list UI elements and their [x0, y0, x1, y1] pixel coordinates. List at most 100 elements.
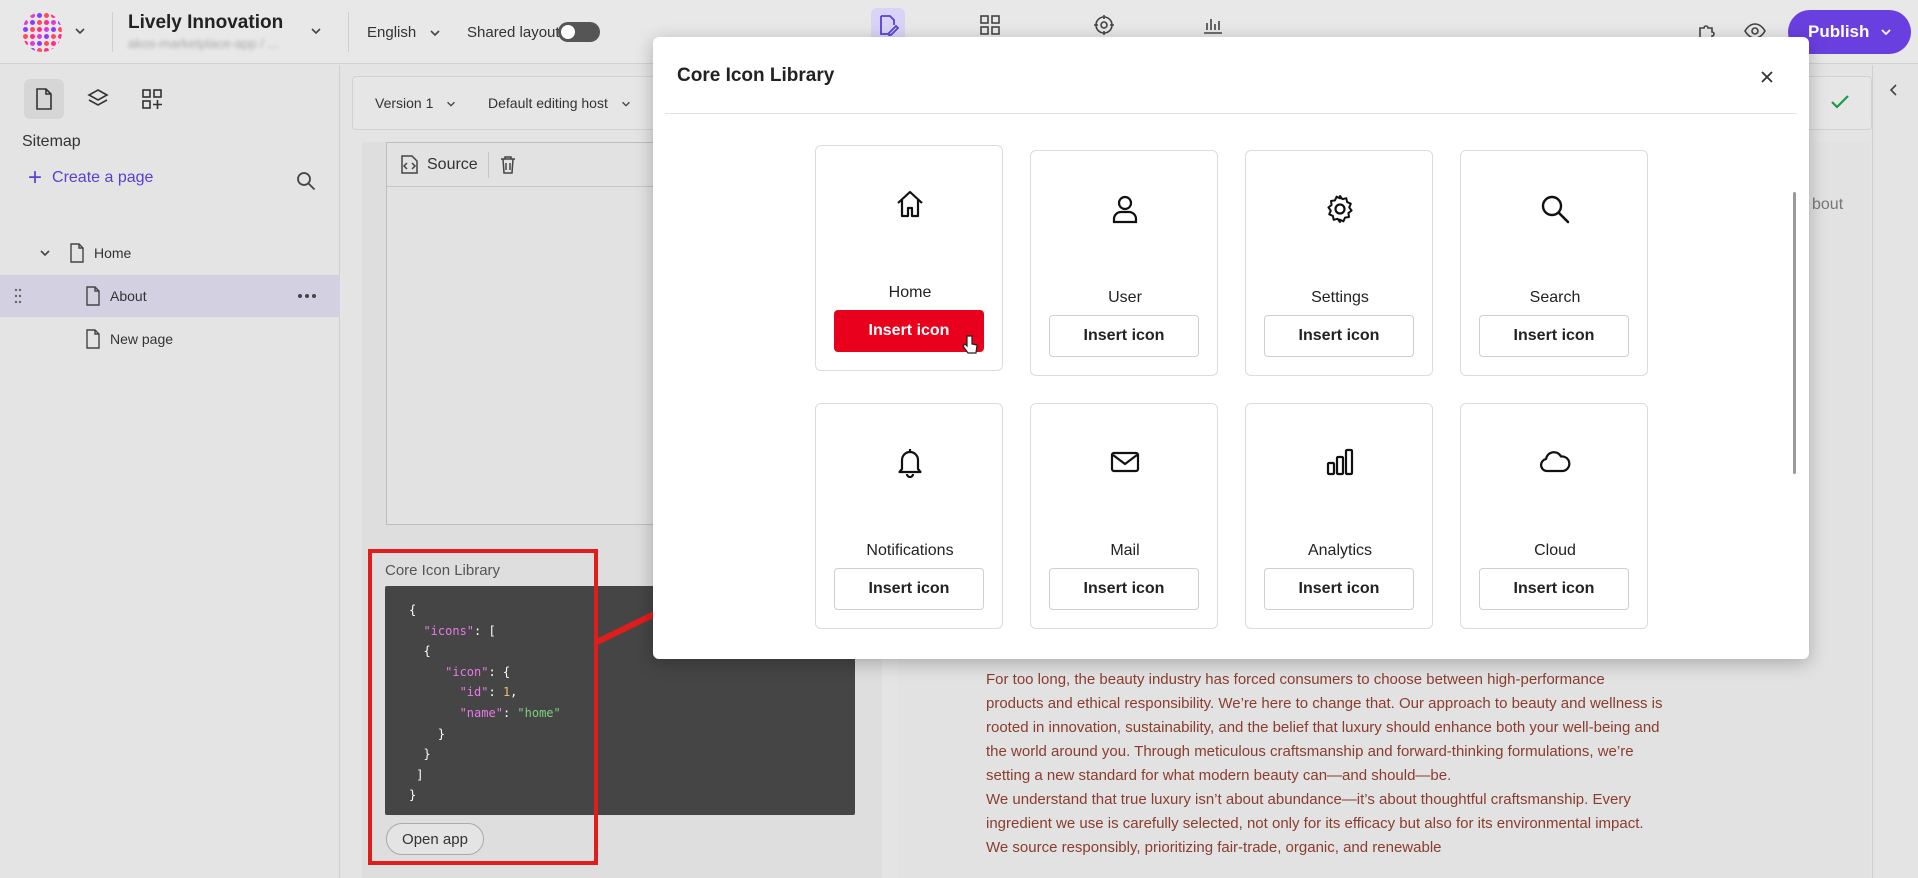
insert-icon-button[interactable]: Insert icon — [1479, 568, 1629, 610]
collapse-panel-icon[interactable] — [1887, 83, 1901, 102]
logo-dot — [44, 41, 49, 46]
search-button[interactable] — [296, 171, 316, 196]
dialog-scrollbar[interactable] — [1793, 192, 1796, 474]
sitemap-title: Sitemap — [22, 133, 81, 150]
insert-icon-button[interactable]: Insert icon — [834, 568, 984, 610]
icon-label: User — [1108, 289, 1142, 306]
source-label: Source — [427, 155, 478, 173]
insert-icon-button[interactable]: Insert icon — [1264, 315, 1414, 357]
search-icon — [1461, 193, 1649, 225]
icon-card-notifications: Notifications Insert icon — [815, 403, 1003, 629]
logo-dot — [23, 41, 28, 46]
icon-label: Cloud — [1534, 542, 1576, 559]
logo-dot — [23, 34, 28, 39]
insert-icon-button[interactable]: Insert icon — [1049, 568, 1199, 610]
right-panel-strip — [1872, 65, 1918, 878]
version-label: Version 1 — [375, 95, 434, 111]
logo-dot — [58, 20, 62, 25]
left-panel: Sitemap + Create a page Home About New p… — [0, 65, 340, 878]
logo-dot — [30, 34, 35, 39]
logo-dot — [44, 20, 49, 25]
logo-dot — [37, 27, 42, 32]
chevron-down-icon[interactable] — [38, 246, 52, 260]
source-code-icon — [401, 154, 418, 174]
insert-icon-button[interactable]: Insert icon — [1049, 315, 1199, 357]
highlight-frame — [368, 549, 598, 865]
components-tab[interactable] — [132, 79, 172, 119]
add-component-icon — [142, 89, 162, 109]
chevron-down-icon — [447, 102, 456, 107]
cloud-icon — [1461, 446, 1649, 478]
dialog-divider — [665, 113, 1797, 114]
editing-host-select[interactable]: Default editing host — [488, 95, 632, 111]
pages-tab[interactable] — [24, 79, 64, 119]
drag-handle-icon[interactable] — [14, 286, 22, 306]
close-icon[interactable] — [1753, 63, 1781, 91]
version-select[interactable]: Version 1 — [375, 95, 457, 111]
mail-icon — [1031, 446, 1219, 478]
insert-icon-button[interactable]: Insert icon — [1479, 315, 1629, 357]
source-button[interactable]: Source — [399, 154, 478, 175]
logo-dot — [23, 20, 28, 25]
logo-dot — [30, 41, 35, 46]
sidebar-item-about[interactable]: About — [0, 275, 340, 317]
site-switcher-chevron-icon[interactable] — [309, 24, 323, 41]
tree-item-label: New page — [110, 331, 174, 347]
tree-item-label: About — [110, 288, 147, 304]
preview-paragraph: We understand that true luxury isn’t abo… — [986, 791, 1644, 856]
dialog-title: Core Icon Library — [677, 65, 835, 86]
publish-label: Publish — [1808, 22, 1870, 41]
hand-cursor-icon — [962, 335, 978, 354]
icon-card-cloud: Cloud Insert icon — [1460, 403, 1648, 629]
logo-dot — [37, 13, 42, 18]
logo-dot — [51, 13, 56, 18]
plus-icon: + — [28, 164, 43, 191]
logo-dot — [51, 41, 56, 46]
preview-body-text: For too long, the beauty industry has fo… — [986, 668, 1666, 860]
icon-label: Mail — [1110, 542, 1140, 559]
chevron-down-icon[interactable] — [73, 24, 87, 41]
page-icon — [70, 243, 84, 263]
chevron-down-icon — [430, 30, 440, 37]
editing-host-label: Default editing host — [488, 95, 608, 111]
icon-card-user: User Insert icon — [1030, 150, 1218, 376]
sidebar-item-new-page[interactable]: New page — [0, 318, 340, 360]
create-page-label: Create a page — [52, 169, 154, 186]
logo-dot — [30, 48, 35, 52]
sidebar-item-home[interactable]: Home — [0, 232, 340, 274]
divider — [348, 12, 349, 52]
logo-dot — [51, 48, 56, 52]
trash-icon[interactable] — [499, 155, 517, 175]
logo-dot — [30, 13, 35, 18]
icon-card-search: Search Insert icon — [1460, 150, 1648, 376]
logo-dot — [30, 20, 35, 25]
about-heading-fragment: bout — [1812, 196, 1844, 213]
language-select[interactable]: English — [367, 24, 442, 41]
chevron-down-icon — [1881, 29, 1892, 36]
core-icon-library-dialog: Core Icon Library Home Insert icon User … — [653, 37, 1809, 659]
search-icon — [297, 172, 316, 191]
target-icon — [1094, 15, 1114, 35]
site-name[interactable]: Lively Innovation — [128, 12, 283, 34]
home-icon — [816, 188, 1004, 220]
more-options-icon[interactable] — [297, 293, 317, 299]
create-page-button[interactable]: + Create a page — [28, 164, 154, 191]
logo-dot — [44, 13, 49, 18]
icon-label: Search — [1529, 289, 1581, 306]
logo-dot — [58, 34, 62, 39]
logo-dot — [58, 27, 62, 32]
edit-page-icon — [880, 15, 899, 36]
logo-dot — [51, 34, 56, 39]
logo-dot — [30, 27, 35, 32]
shared-layout-toggle[interactable] — [558, 22, 600, 42]
gear-icon — [1246, 193, 1434, 225]
icon-label: Notifications — [866, 542, 954, 559]
app-logo[interactable] — [22, 12, 62, 52]
layers-tab[interactable] — [78, 79, 118, 119]
icon-card-analytics: Analytics Insert icon — [1245, 403, 1433, 629]
shared-layout-label: Shared layout — [467, 24, 560, 41]
bar-chart-icon — [1246, 446, 1434, 478]
saved-check-icon — [1829, 91, 1851, 118]
icon-label: Home — [888, 284, 932, 301]
insert-icon-button[interactable]: Insert icon — [1264, 568, 1414, 610]
